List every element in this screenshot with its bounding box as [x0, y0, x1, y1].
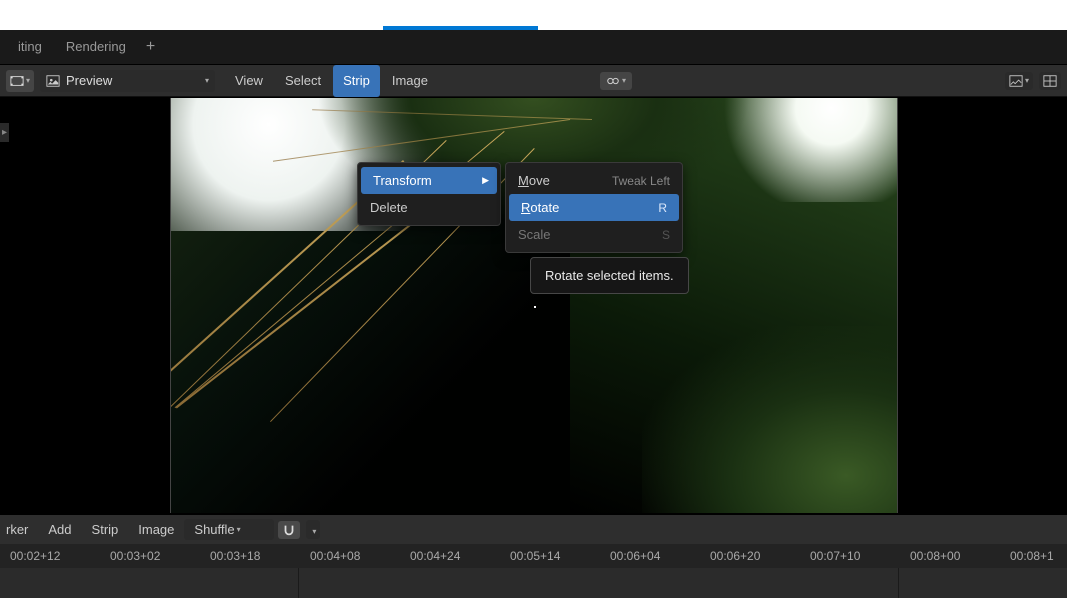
chevron-down-icon: ▾	[1025, 76, 1029, 85]
display-channels-dropdown[interactable]: ▾	[1005, 72, 1033, 90]
video-canvas	[170, 98, 898, 513]
timeline-ruler[interactable]: 00:02+12 00:03+02 00:03+18 00:04+08 00:0…	[0, 544, 1067, 568]
timecode: 00:06+20	[710, 549, 760, 563]
menu-marker[interactable]: rker	[6, 515, 38, 545]
blender-app: iting Rendering + ▾ Preview ▾ View Selec…	[0, 30, 1067, 598]
chevron-down-icon: ▾	[312, 527, 316, 536]
preview-mode-label: Preview	[66, 73, 203, 88]
menuitem-scale[interactable]: Scale S	[506, 221, 682, 248]
pivot-point-dropdown[interactable]: ▾	[600, 72, 632, 90]
menuitem-move[interactable]: Move Tweak Left	[506, 167, 682, 194]
menuitem-rotate[interactable]: Rotate R	[509, 194, 679, 221]
menu-select[interactable]: Select	[275, 65, 331, 97]
add-workspace-button[interactable]: +	[138, 38, 163, 56]
overlap-mode-label: Shuffle	[194, 522, 234, 537]
overlays-toggle[interactable]	[1039, 72, 1061, 90]
menu-image-seq[interactable]: Image	[128, 515, 184, 545]
snap-toggle[interactable]	[278, 521, 300, 539]
timecode: 00:04+24	[410, 549, 460, 563]
tooltip: Rotate selected items.	[530, 257, 689, 294]
menuitem-shortcut: S	[662, 228, 670, 242]
preview-header-right: ▾	[1005, 72, 1061, 90]
menu-image[interactable]: Image	[382, 65, 438, 97]
workspace-tabbar: iting Rendering +	[0, 30, 1067, 65]
browser-chrome-strip	[0, 0, 1067, 30]
menu-add[interactable]: Add	[38, 515, 81, 545]
preview-viewport[interactable]: ▸ Transform ▶ Delete Move Tweak Left	[0, 97, 1067, 514]
submenu-arrow-icon: ▶	[482, 175, 489, 186]
menuitem-label: Delete	[370, 200, 408, 215]
sidebar-toggle-icon[interactable]: ▸	[0, 123, 9, 142]
timecode: 00:07+10	[810, 549, 860, 563]
timecode: 00:04+08	[310, 549, 360, 563]
editor-type-icon[interactable]: ▾	[6, 70, 34, 92]
chevron-down-icon: ▾	[622, 76, 626, 85]
overlap-mode-dropdown[interactable]: Shuffle ▾	[184, 519, 274, 540]
menu-strip-seq[interactable]: Strip	[82, 515, 129, 545]
menuitem-transform[interactable]: Transform ▶	[361, 167, 497, 194]
timecode: 00:06+04	[610, 549, 660, 563]
menuitem-label: Scale	[518, 227, 551, 242]
chevron-down-icon: ▾	[237, 525, 267, 534]
menuitem-label: Rotate	[521, 200, 559, 215]
workspace-tab-rendering[interactable]: Rendering	[54, 30, 138, 64]
preview-header: ▾ Preview ▾ View Select Strip Image ▾ ▾	[0, 65, 1067, 97]
timecode: 00:02+12	[10, 549, 60, 563]
transform-submenu: Move Tweak Left Rotate R Scale S	[505, 162, 683, 253]
timecode: 00:08+00	[910, 549, 960, 563]
timeline-tracks[interactable]	[0, 568, 1067, 598]
snap-options-dropdown[interactable]: ▾	[306, 520, 320, 539]
timecode: 00:08+1	[1010, 549, 1054, 563]
timecode: 00:03+18	[210, 549, 260, 563]
preview-mode-dropdown[interactable]: Preview ▾	[40, 70, 215, 92]
menu-view[interactable]: View	[225, 65, 273, 97]
menu-strip[interactable]: Strip	[333, 65, 380, 97]
timecode: 00:05+14	[510, 549, 560, 563]
menuitem-label: Transform	[373, 173, 432, 188]
menuitem-shortcut: Tweak Left	[612, 174, 670, 188]
chevron-down-icon: ▾	[26, 76, 30, 85]
menuitem-label: Move	[518, 173, 550, 188]
menuitem-delete[interactable]: Delete	[358, 194, 500, 221]
tooltip-text: Rotate selected items.	[545, 268, 674, 283]
menuitem-shortcut: R	[658, 201, 667, 215]
workspace-tab-editing[interactable]: iting	[6, 30, 54, 64]
chevron-down-icon: ▾	[205, 76, 209, 85]
strip-dropdown: Transform ▶ Delete	[357, 162, 501, 226]
sequencer-header: rker Add Strip Image Shuffle ▾ ▾	[0, 514, 1067, 544]
timecode: 00:03+02	[110, 549, 160, 563]
